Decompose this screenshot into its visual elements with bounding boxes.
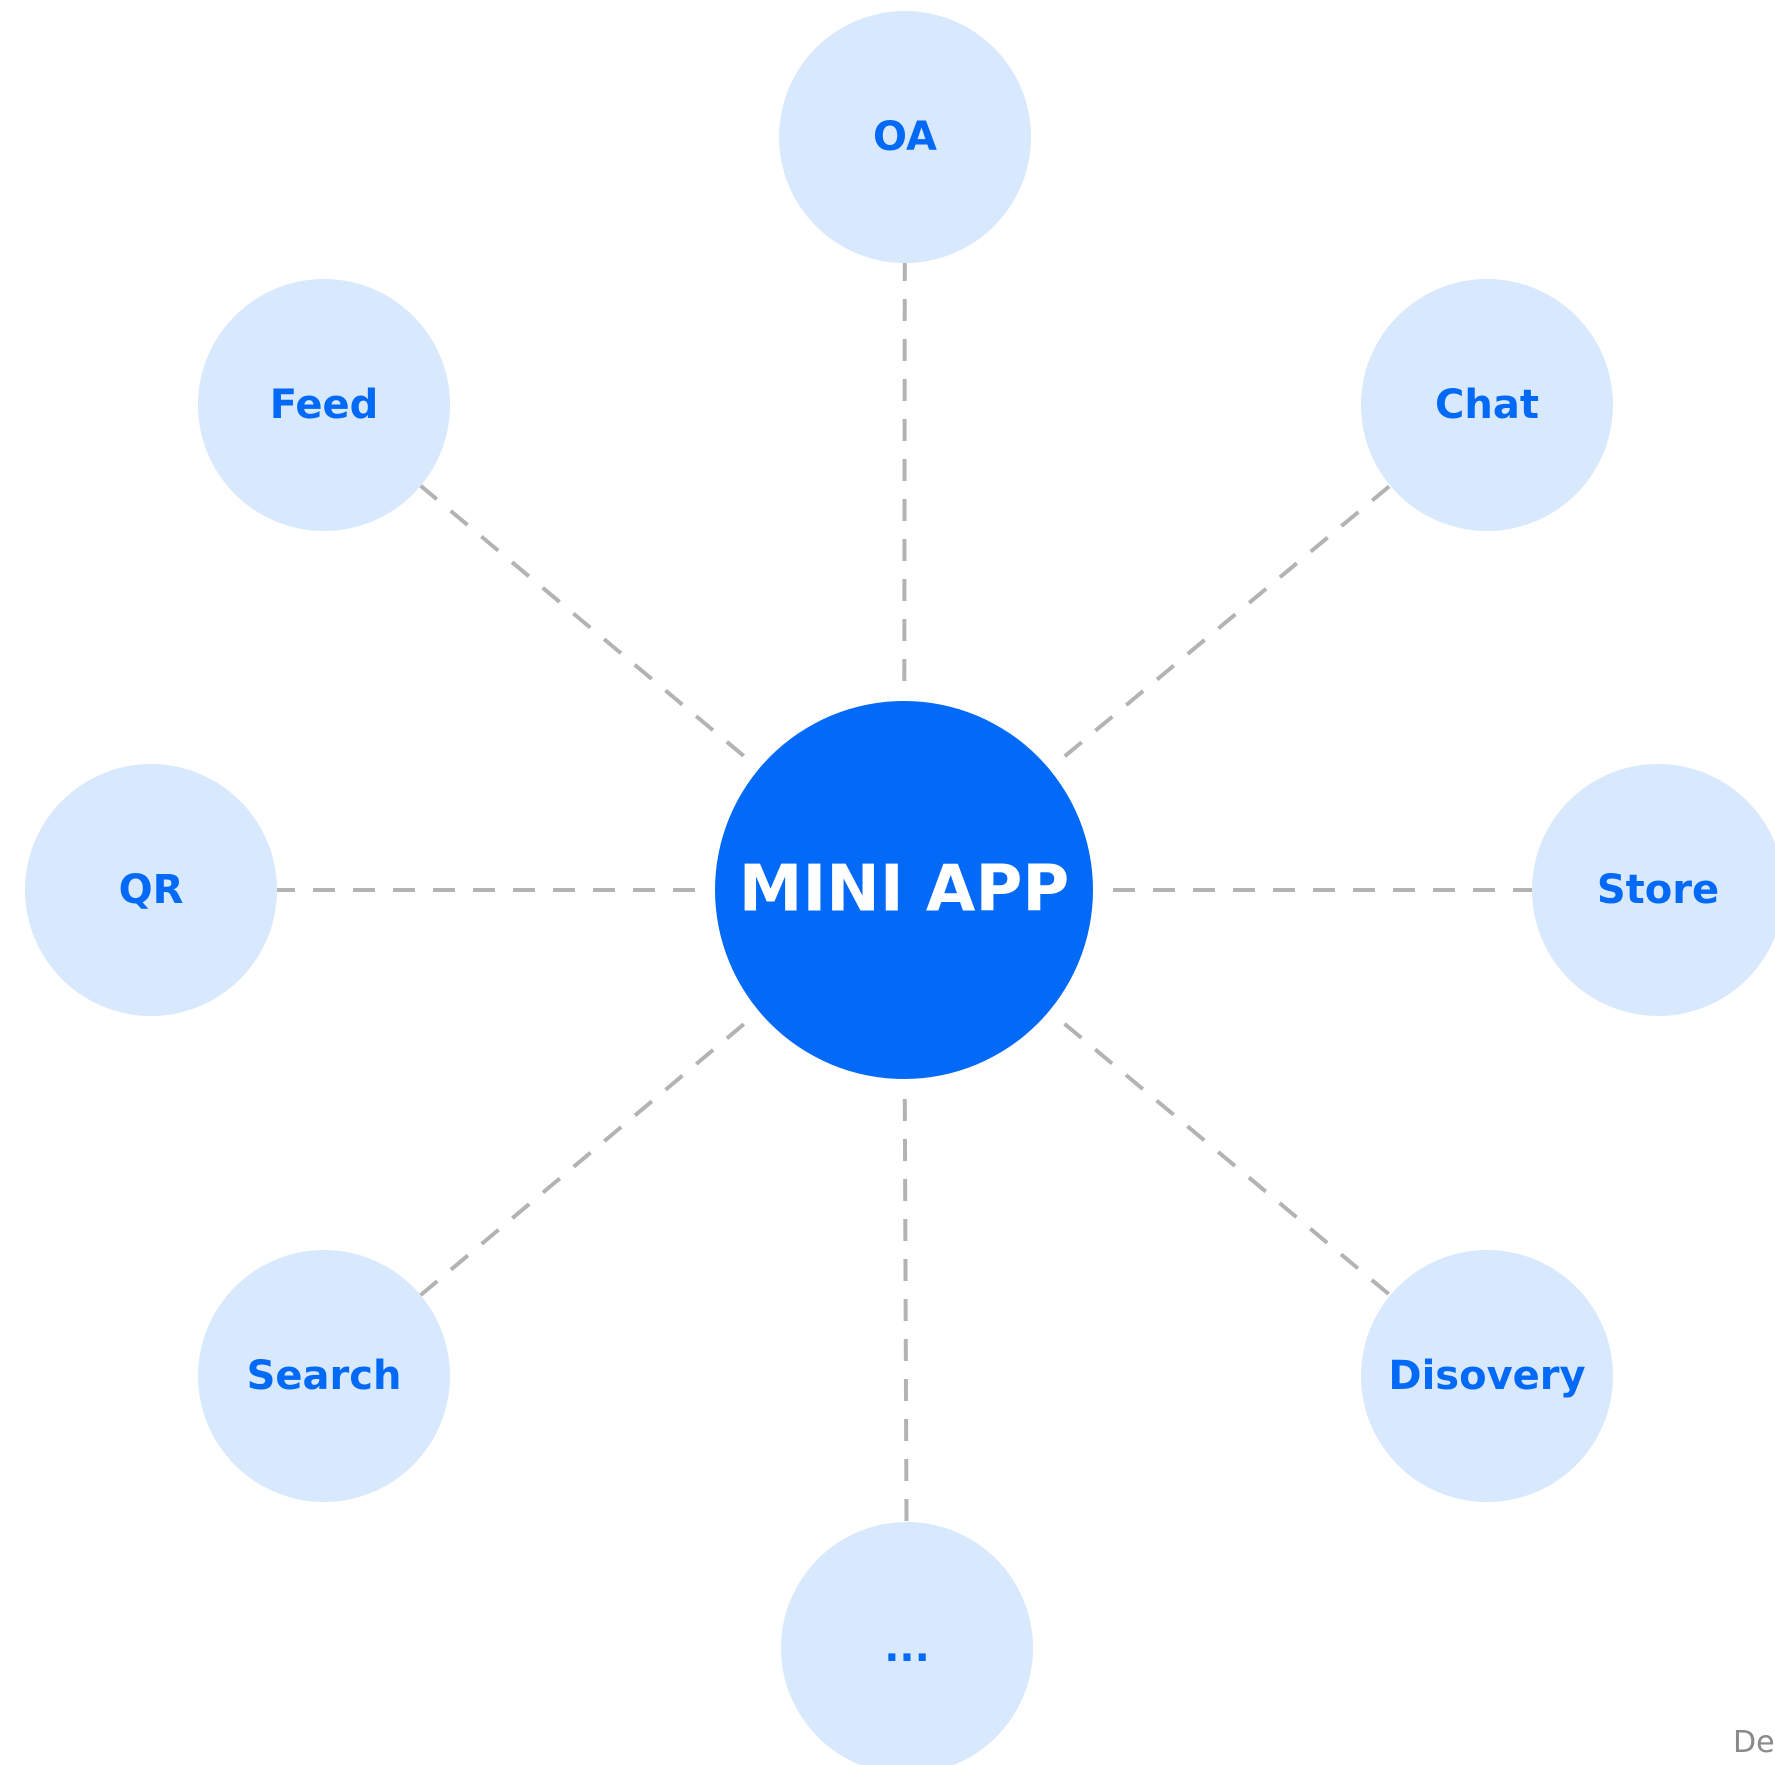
connector-feed (419, 484, 745, 758)
node-chat: Chat (1361, 279, 1613, 531)
connector-oa (902, 262, 907, 682)
node-oa: OA (779, 11, 1031, 263)
node-label-qr: QR (119, 867, 184, 913)
node-search: Search (198, 1250, 450, 1502)
node-label-oa: OA (873, 114, 937, 160)
node-feed: Feed (198, 279, 450, 531)
node-label-more: ... (884, 1625, 930, 1671)
mini-app-hub-diagram: OA Chat Store Disovery... Search QR Feed MINI … (25, 11, 1775, 1765)
node-more: ... (781, 1522, 1033, 1765)
node-label-feed: Feed (270, 382, 379, 428)
node-label-disovery: Disovery (1388, 1353, 1585, 1399)
watermark-text: De (1733, 1725, 1775, 1760)
hub-node: MINI APP (715, 701, 1093, 1079)
connector-search (419, 1022, 746, 1297)
node-store: Store (1532, 764, 1775, 1016)
node-label-store: Store (1597, 867, 1719, 913)
node-qr: QR (25, 764, 277, 1016)
connector-disovery (1063, 1022, 1392, 1297)
node-label-chat: Chat (1435, 382, 1539, 428)
node-disovery: Disovery (1361, 1250, 1613, 1502)
connector-more (902, 1098, 909, 1523)
hub-label: MINI APP (739, 853, 1070, 927)
connector-chat (1063, 484, 1392, 758)
node-label-search: Search (247, 1353, 402, 1399)
